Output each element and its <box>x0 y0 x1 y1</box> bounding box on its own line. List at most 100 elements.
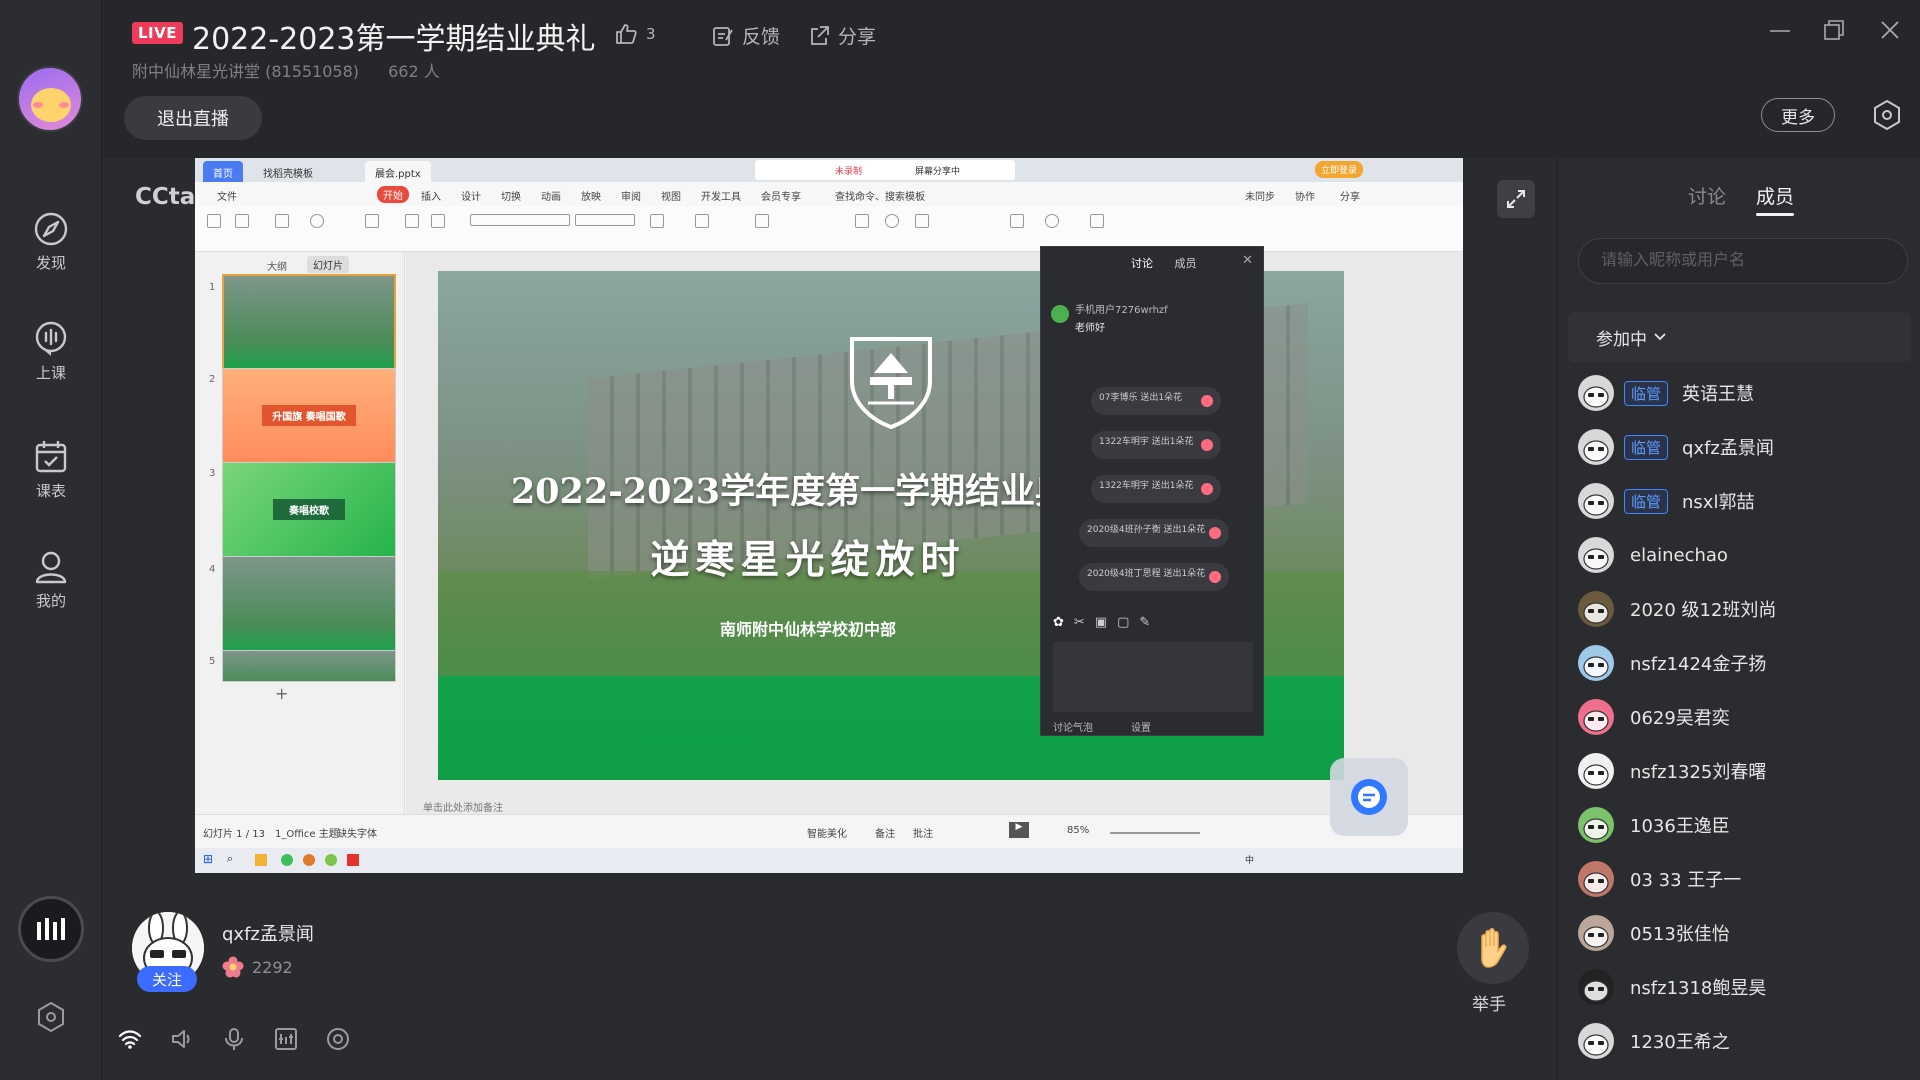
notes-toggle[interactable]: 备注 <box>875 825 895 840</box>
bullet-list-icon[interactable] <box>650 214 664 228</box>
nav-me[interactable]: 我的 <box>0 548 102 611</box>
wps-tab-doc[interactable]: 晨会.pptx <box>365 161 431 182</box>
raise-hand-button[interactable] <box>1457 912 1529 984</box>
menu-share[interactable]: 分享 <box>1340 188 1360 203</box>
menu-transition[interactable]: 切换 <box>501 188 521 203</box>
text-direction-icon[interactable] <box>755 214 769 228</box>
slide-thumbnail[interactable]: 奏唱校歌 <box>222 462 396 560</box>
image-icon[interactable]: ▣ <box>1095 615 1107 630</box>
font-family-select[interactable] <box>470 214 570 226</box>
shape-icon[interactable] <box>885 214 899 228</box>
menu-search[interactable]: 查找命令、搜索模板 <box>835 188 925 203</box>
add-slide-icon[interactable]: + <box>275 684 288 703</box>
app-icon[interactable] <box>325 854 337 866</box>
member-row[interactable]: nsfz1325刘春曙 <box>1578 749 1908 793</box>
member-row[interactable]: 1230王希之 <box>1578 1019 1908 1063</box>
present-tools-icon[interactable] <box>1010 214 1024 228</box>
member-row[interactable]: 0629吴君奕 <box>1578 695 1908 739</box>
member-row[interactable]: nsfz1424金子扬 <box>1578 641 1908 685</box>
menu-slideshow[interactable]: 放映 <box>581 188 601 203</box>
fullscreen-button[interactable] <box>1497 180 1535 218</box>
floating-chat-button[interactable] <box>1330 758 1408 836</box>
edit-icon[interactable]: ✎ <box>1139 615 1150 630</box>
missing-font[interactable]: 缺失字体 <box>337 825 377 840</box>
outline-tab[interactable]: 大纲 <box>267 258 287 273</box>
restore-button[interactable] <box>1822 18 1846 46</box>
paste-icon[interactable] <box>207 214 221 228</box>
select-icon[interactable] <box>1090 214 1104 228</box>
member-row[interactable]: 1036王逸臣 <box>1578 803 1908 847</box>
feedback-button[interactable]: 反馈 <box>712 22 780 49</box>
slide-thumbnail[interactable] <box>222 650 396 682</box>
play-from-current-icon[interactable] <box>310 214 324 228</box>
group-header-joined[interactable]: 参加中 <box>1568 312 1911 362</box>
menu-animation[interactable]: 动画 <box>541 188 561 203</box>
member-row[interactable]: 临管 英语王慧 <box>1578 371 1908 415</box>
menu-sync[interactable]: 未同步 <box>1245 188 1275 203</box>
close-button[interactable] <box>1878 18 1902 46</box>
app-icon[interactable] <box>281 854 293 866</box>
scissors-icon[interactable]: ✂ <box>1074 615 1085 630</box>
picture-icon[interactable] <box>915 214 929 228</box>
wps-login-button[interactable]: 立即登录 <box>1315 161 1364 178</box>
search-icon[interactable]: ⌕ <box>227 852 233 866</box>
more-button[interactable]: 更多 <box>1761 98 1835 132</box>
slide-thumbnail[interactable] <box>222 274 396 372</box>
menu-design[interactable]: 设计 <box>461 188 481 203</box>
member-row[interactable]: elainechao <box>1578 533 1908 577</box>
flower-gift-icon[interactable]: ✿ <box>1053 615 1064 630</box>
ime-indicator[interactable]: 中 <box>1245 853 1254 866</box>
microphone-icon[interactable] <box>221 1026 247 1052</box>
shared-tab-members[interactable]: 成员 <box>1175 257 1197 270</box>
menu-insert[interactable]: 插入 <box>421 188 441 203</box>
tab-members[interactable]: 成员 <box>1756 182 1794 209</box>
comment-toggle[interactable]: 批注 <box>913 825 933 840</box>
windows-start-icon[interactable]: ⊞ <box>203 852 213 866</box>
minimize-button[interactable] <box>1768 18 1792 46</box>
shared-tab-discuss[interactable]: 讨论 <box>1131 257 1153 270</box>
nav-discover[interactable]: 发现 <box>0 210 102 273</box>
member-row[interactable]: 0513张佳怡 <box>1578 911 1908 955</box>
wifi-icon[interactable] <box>117 1026 143 1052</box>
member-row[interactable]: 2020 级12班刘尚 <box>1578 587 1908 631</box>
cut-icon[interactable] <box>235 214 249 228</box>
settings-hex-icon[interactable] <box>36 1001 66 1037</box>
format-painter-icon[interactable] <box>275 214 289 228</box>
menu-file[interactable]: 文件 <box>217 188 237 203</box>
new-slide-icon[interactable] <box>365 214 379 228</box>
equalizer-icon[interactable] <box>273 1026 299 1052</box>
layout-icon[interactable] <box>405 214 419 228</box>
find-icon[interactable] <box>1045 214 1059 228</box>
member-row[interactable]: nsfz1318鲍昱昊 <box>1578 965 1908 1009</box>
indent-icon[interactable] <box>695 214 709 228</box>
menu-devtools[interactable]: 开发工具 <box>701 188 741 203</box>
menu-collab[interactable]: 协作 <box>1295 188 1315 203</box>
play-icon[interactable]: ▶ <box>1009 822 1029 838</box>
like-button[interactable]: 3 <box>614 22 656 46</box>
chat-bubble-setting[interactable]: 讨论气泡 <box>1053 719 1093 734</box>
member-row[interactable]: 临管 nsxl郭喆 <box>1578 479 1908 523</box>
zoom-slider[interactable] <box>1110 832 1200 834</box>
menu-home[interactable]: 开始 <box>377 186 409 203</box>
member-search-input[interactable] <box>1578 238 1908 284</box>
menu-view[interactable]: 视图 <box>661 188 681 203</box>
follow-button[interactable]: 关注 <box>137 966 197 992</box>
wps-tab-templates[interactable]: 找稻壳模板 <box>253 161 323 182</box>
camera-icon[interactable] <box>325 1026 351 1052</box>
menu-review[interactable]: 审阅 <box>621 188 641 203</box>
slide-thumbnail[interactable] <box>222 556 396 654</box>
member-row[interactable]: 临管 qxfz孟景闻 <box>1578 425 1908 469</box>
shared-chat-input[interactable] <box>1053 642 1253 712</box>
screenshot-icon[interactable]: ▢ <box>1117 615 1129 630</box>
exit-live-button[interactable]: 退出直播 <box>124 96 262 140</box>
nav-schedule[interactable]: 课表 <box>0 438 102 501</box>
slide-thumbnail[interactable]: 升国旗 奏唱国歌 <box>222 368 396 466</box>
shared-chat-close-icon[interactable]: ✕ <box>1242 253 1253 268</box>
tab-discuss[interactable]: 讨论 <box>1688 182 1726 209</box>
textbox-icon[interactable] <box>855 214 869 228</box>
menu-member[interactable]: 会员专享 <box>761 188 801 203</box>
settings-icon[interactable] <box>1872 99 1902 135</box>
speaker-icon[interactable] <box>169 1026 195 1052</box>
member-row[interactable]: 03 33 王子一 <box>1578 857 1908 901</box>
notes-placeholder[interactable]: 单击此处添加备注 <box>423 799 503 814</box>
